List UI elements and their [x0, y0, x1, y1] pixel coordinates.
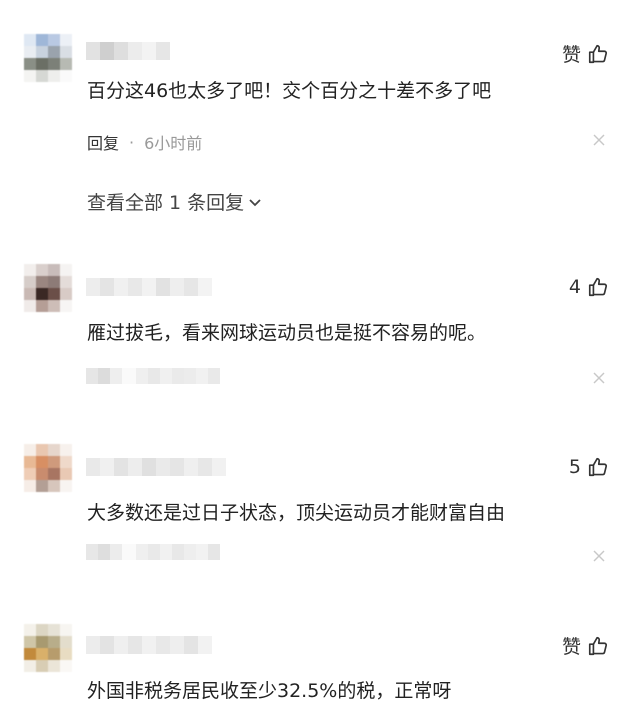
like-count: 赞: [561, 44, 581, 66]
avatar[interactable]: [24, 264, 72, 312]
like-button[interactable]: 赞: [562, 632, 609, 659]
like-button[interactable]: 赞: [562, 40, 609, 67]
reply-button[interactable]: 回复: [87, 130, 119, 154]
thumbs-up-icon: [588, 277, 608, 297]
thumbs-up-icon: [588, 636, 608, 655]
username[interactable]: [86, 458, 226, 476]
comment-time: 6小时前: [144, 134, 203, 153]
view-replies-button[interactable]: 查看全部 1 条回复: [87, 188, 262, 215]
comment-text: 外国非税务居民收至少32.5%的税，正常呀: [87, 680, 452, 702]
view-replies-label: 查看全部 1 条回复: [87, 192, 245, 214]
comment-text: 百分这46也太多了吧！交个百分之十差不多了吧: [87, 80, 492, 102]
thumbs-up-icon: [588, 457, 608, 477]
comment-meta: [86, 544, 220, 560]
comment-meta: [86, 368, 220, 384]
close-icon[interactable]: [593, 372, 605, 384]
username[interactable]: [86, 42, 170, 60]
avatar[interactable]: [24, 34, 72, 82]
like-count: 4: [568, 276, 581, 298]
like-count: 赞: [561, 636, 581, 658]
close-icon[interactable]: [593, 134, 605, 146]
like-button[interactable]: 5: [569, 456, 609, 478]
chevron-down-icon: [249, 198, 261, 206]
like-button[interactable]: 4: [569, 276, 609, 298]
thumbs-up-icon: [588, 44, 608, 63]
avatar[interactable]: [24, 444, 72, 492]
separator-dot: ·: [129, 132, 135, 152]
avatar[interactable]: [24, 624, 72, 672]
like-count: 5: [568, 456, 581, 478]
comment-text: 大多数还是过日子状态，顶尖运动员才能财富自由: [87, 502, 506, 524]
comment-text: 雁过拔毛，看来网球运动员也是挺不容易的呢。: [87, 322, 487, 344]
close-icon[interactable]: [593, 550, 605, 562]
username[interactable]: [86, 278, 212, 296]
username[interactable]: [86, 636, 212, 654]
comment-meta: 回复 · 6小时前: [87, 130, 202, 154]
